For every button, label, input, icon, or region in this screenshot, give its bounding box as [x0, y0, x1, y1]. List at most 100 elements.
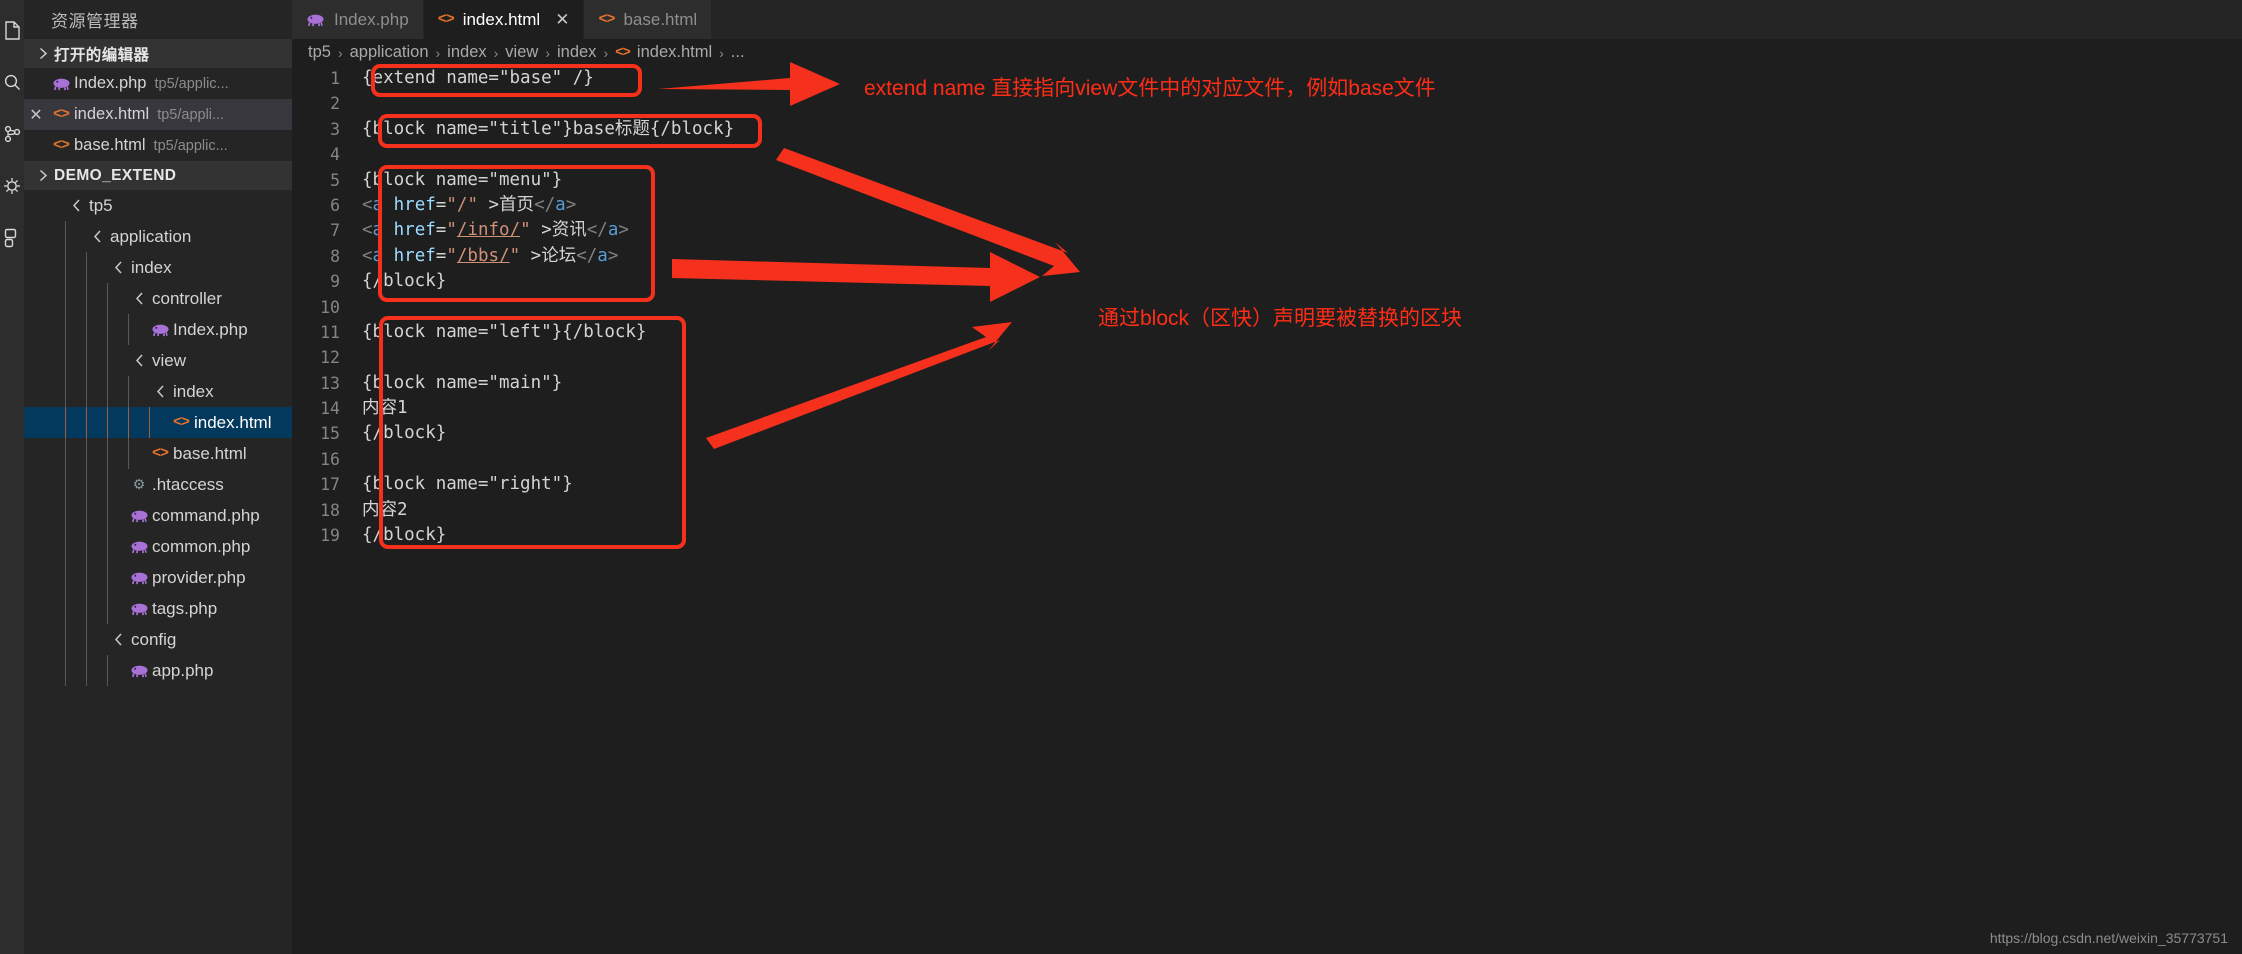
tab-index-html[interactable]: <> index.html ✕	[423, 0, 585, 39]
tree-item-label: index.html	[194, 412, 272, 432]
search-icon[interactable]	[1, 56, 23, 108]
indent-guide	[65, 221, 66, 252]
indent-guide	[65, 252, 66, 283]
indent-guide	[107, 593, 108, 624]
code-line[interactable]: 13 {block name="main"}	[292, 371, 2242, 396]
line-number: 6	[330, 195, 340, 215]
code-line[interactable]: 16	[292, 447, 2242, 472]
line-number: 7	[330, 221, 340, 241]
breadcrumb-item[interactable]: application	[350, 43, 429, 62]
code-line[interactable]: 14 内容1	[292, 396, 2242, 421]
close-icon[interactable]: ✕	[555, 10, 569, 30]
line-number: 2	[330, 94, 340, 114]
line-text: <a href="/bbs/" >论坛</a>	[362, 245, 619, 266]
tree-item-provider-php[interactable]: provider.php	[24, 562, 292, 593]
breadcrumb-item[interactable]: view	[505, 43, 538, 62]
open-editors-label: 打开的编辑器	[54, 46, 150, 64]
code-line[interactable]: 17 {block name="right"}	[292, 472, 2242, 497]
line-text: 内容1	[362, 398, 408, 419]
chevron-left-icon	[126, 353, 152, 368]
line-number: 18	[320, 500, 340, 520]
tab-label: base.html	[623, 9, 698, 29]
tree-item-controller[interactable]: controller	[24, 283, 292, 314]
open-editors-header[interactable]: 打开的编辑器	[24, 39, 292, 68]
indent-guide	[86, 314, 87, 345]
note-block: 通过block（区快）声明要被替换的区块	[1098, 307, 1463, 330]
debug-icon[interactable]	[1, 160, 23, 212]
code-line[interactable]: 3 {block name="title"}base标题{/block}	[292, 117, 2242, 142]
source-control-icon[interactable]	[1, 108, 23, 160]
code-editor[interactable]: 1 {extend name="base" /} 2 3 {block name="ti…	[292, 66, 2242, 954]
html-icon: <>	[52, 106, 70, 123]
code-line[interactable]: 9 {/block}	[292, 269, 2242, 294]
line-number: 11	[320, 322, 340, 342]
open-editor-name: base.html	[74, 136, 146, 154]
code-line[interactable]: 5 {block name="menu"}	[292, 168, 2242, 193]
code-line[interactable]: 12	[292, 345, 2242, 370]
editor-area: Index.php <> index.html ✕ <> base.html t…	[292, 0, 2242, 954]
open-editor-name: Index.php	[74, 74, 147, 92]
php-icon	[126, 571, 152, 585]
indent-guide	[86, 376, 87, 407]
tree-item-label: command.php	[152, 505, 260, 525]
tree-item-label: .htaccess	[152, 474, 224, 494]
activity-bar	[0, 0, 24, 954]
tab-label: Index.php	[334, 9, 409, 29]
files-icon[interactable]	[1, 4, 23, 56]
code-line[interactable]: 4	[292, 142, 2242, 167]
tree-item-label: base.html	[173, 443, 247, 463]
tab-base-html[interactable]: <> base.html	[584, 0, 713, 39]
tree-item-tags-php[interactable]: tags.php	[24, 593, 292, 624]
chevron-right-icon: ›	[545, 44, 550, 61]
tree-item-index-php[interactable]: Index.php	[24, 314, 292, 345]
open-editor-item-base-html[interactable]: <> base.html tp5/applic...	[24, 130, 292, 161]
html-icon: <>	[615, 44, 631, 61]
tree-item-app-php[interactable]: app.php	[24, 655, 292, 686]
indent-guide	[107, 500, 108, 531]
tree-item--htaccess[interactable]: ⚙ .htaccess	[24, 469, 292, 500]
php-icon	[147, 323, 173, 337]
code-line[interactable]: 18 内容2	[292, 498, 2242, 523]
tree-item-config[interactable]: config	[24, 624, 292, 655]
line-number: 9	[330, 272, 340, 292]
extensions-icon[interactable]	[1, 212, 23, 264]
chevron-right-icon: ›	[719, 44, 724, 61]
project-header[interactable]: DEMO_EXTEND	[24, 161, 292, 190]
tree-item-index[interactable]: index	[24, 252, 292, 283]
tree-item-command-php[interactable]: command.php	[24, 500, 292, 531]
indent-guide	[149, 407, 150, 438]
indent-guide	[86, 500, 87, 531]
line-text: <a href="/info/" >资讯</a>	[362, 220, 629, 241]
php-icon	[126, 602, 152, 616]
tab-index-php[interactable]: Index.php	[292, 0, 424, 39]
close-icon[interactable]: ✕	[24, 105, 48, 125]
indent-guide	[128, 438, 129, 469]
tree-item-view[interactable]: view	[24, 345, 292, 376]
breadcrumb-item[interactable]: index	[557, 43, 596, 62]
line-text: {block name="main"}	[362, 372, 563, 393]
tree-item-application[interactable]: application	[24, 221, 292, 252]
tree-item-base-html[interactable]: <> base.html	[24, 438, 292, 469]
tree-item-common-php[interactable]: common.php	[24, 531, 292, 562]
code-line[interactable]: 7 <a href="/info/" >资讯</a>	[292, 218, 2242, 243]
line-text: {/block}	[362, 423, 447, 444]
code-line[interactable]: 8 <a href="/bbs/" >论坛</a>	[292, 244, 2242, 269]
vscode-window: 资源管理器 打开的编辑器 Index.php tp5/applic... ✕ <…	[0, 0, 2242, 954]
line-number: 3	[330, 119, 340, 139]
breadcrumb-item[interactable]: index	[447, 43, 486, 62]
file-tree: tp5 application index controller Index.php vi…	[24, 190, 292, 686]
tree-item-index[interactable]: index	[24, 376, 292, 407]
breadcrumb-item[interactable]: index.html	[637, 43, 712, 62]
open-editor-item-index-php[interactable]: Index.php tp5/applic...	[24, 68, 292, 99]
tree-item-tp5[interactable]: tp5	[24, 190, 292, 221]
open-editor-item-index-html[interactable]: ✕ <> index.html tp5/appli...	[24, 99, 292, 130]
tree-item-index-html[interactable]: <> index.html	[24, 407, 292, 438]
breadcrumb-item[interactable]: tp5	[308, 43, 331, 62]
line-text: {extend name="base" /}	[362, 68, 594, 88]
code-line[interactable]: 15 {/block}	[292, 421, 2242, 446]
line-number: 14	[320, 399, 340, 419]
breadcrumb-item[interactable]: ...	[731, 43, 745, 62]
tree-item-label: index	[173, 381, 214, 401]
code-line[interactable]: 19 {/block}	[292, 523, 2242, 548]
code-line[interactable]: 6 <a href="/" >首页</a>	[292, 193, 2242, 218]
